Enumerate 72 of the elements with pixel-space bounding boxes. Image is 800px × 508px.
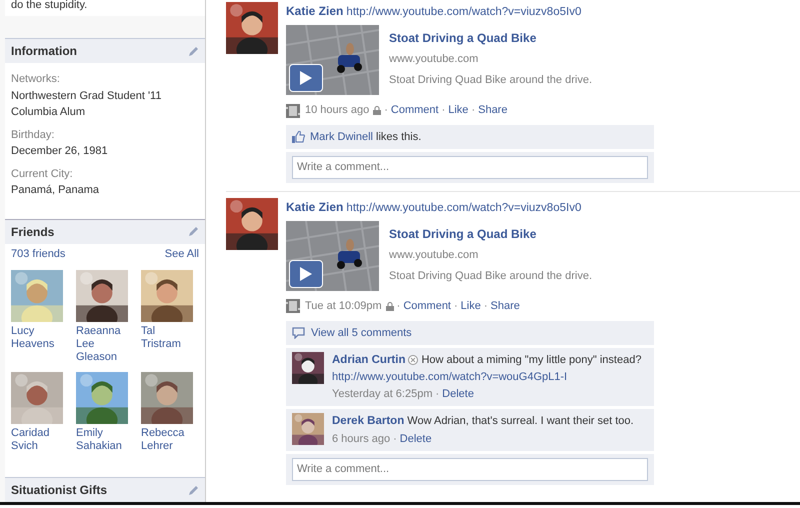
friend-name[interactable]: Tal Tristram <box>141 325 197 351</box>
comment-field[interactable]: Write a comment... <box>292 156 648 179</box>
comment-time: Yesterday at 6:25pm <box>332 388 432 400</box>
comment-author-link[interactable]: Adrian Curtin <box>332 354 406 366</box>
separator: · <box>454 299 458 314</box>
separator: · <box>442 103 446 118</box>
friend-name[interactable]: Rebecca Lehrer <box>141 427 197 453</box>
post-time: Tue at 10:09pm <box>305 299 382 314</box>
action-link[interactable]: Comment <box>390 102 439 119</box>
pencil-icon[interactable] <box>188 484 199 496</box>
attachment-description: Stoat Driving Quad Bike around the drive. <box>389 268 592 284</box>
play-icon <box>300 267 312 281</box>
section-title: Friends <box>11 224 54 240</box>
lock-icon <box>373 106 382 115</box>
separator: · <box>396 299 400 314</box>
separator: · <box>484 299 488 314</box>
attachment-domain: www.youtube.com <box>389 248 480 263</box>
separator: · <box>393 432 397 444</box>
friend-name[interactable]: Lucy Heavens <box>11 325 67 351</box>
comment-link[interactable]: http://www.youtube.com/watch?v=wouG4GpL1-I <box>332 369 648 386</box>
liker-link[interactable]: Mark Dwinell <box>310 130 373 143</box>
pencil-icon[interactable] <box>188 46 199 56</box>
view-comments-link[interactable]: View all 5 comments <box>311 324 412 341</box>
section-title: Situationist Gifts <box>11 482 107 499</box>
field-value: Columbia Alum <box>11 105 86 120</box>
film-icon <box>286 104 300 118</box>
film-icon <box>286 299 300 314</box>
attachment-title[interactable]: Stoat Driving a Quad Bike <box>389 225 592 243</box>
author-link[interactable]: Katie Zien <box>286 200 344 214</box>
separator: · <box>471 103 476 118</box>
thumbs-up-icon <box>292 131 305 143</box>
likes-text: Mark Dwinell likes this. <box>310 130 422 145</box>
play-button[interactable] <box>289 260 323 288</box>
friend-name[interactable]: Raeanna Lee Gleason <box>76 325 132 364</box>
post-link[interactable]: http://www.youtube.com/watch?v=viuzv8o5Iv0 <box>346 6 582 18</box>
pencil-icon[interactable] <box>188 226 199 237</box>
comment-text: Derek Barton Wow Adrian, that's surreal. I want their set too. <box>332 414 635 430</box>
action-link[interactable]: Comment <box>403 298 451 314</box>
delete-link[interactable]: Delete <box>442 388 474 400</box>
post-link[interactable]: http://www.youtube.com/watch?v=viuzv8o5Iv0 <box>346 202 582 214</box>
section-title: Information <box>11 43 77 60</box>
field-value: December 26, 1981 <box>11 144 109 159</box>
field-label: Networks: <box>11 72 61 87</box>
action-link[interactable]: Share <box>478 102 508 119</box>
post-time: 10 hours ago <box>305 103 370 118</box>
play-icon <box>300 71 312 86</box>
comment-author-link[interactable]: Derek Barton <box>332 415 404 428</box>
separator: · <box>436 388 440 400</box>
delete-link[interactable]: Delete <box>400 432 432 444</box>
field-label: Birthday: <box>11 128 56 142</box>
action-link[interactable]: Share <box>490 298 520 314</box>
friend-count-link[interactable]: 703 friends <box>11 246 66 262</box>
separator: · <box>384 103 388 118</box>
comment-field[interactable]: Write a comment... <box>292 458 648 480</box>
attachment-title[interactable]: Stoat Driving a Quad Bike <box>389 29 592 48</box>
comment-time: 6 hours ago <box>332 432 390 444</box>
comment-text: Adrian Curtin How about a miming "my little pony" instead? <box>332 353 642 368</box>
friend-name[interactable]: Emily Sahakian <box>76 427 132 453</box>
author-link[interactable]: Katie Zien <box>286 4 344 18</box>
field-value: Panamá, Panama <box>11 183 100 198</box>
friend-name[interactable]: Caridad Svich <box>11 427 67 453</box>
action-link[interactable]: Like <box>448 102 468 119</box>
see-all-link[interactable]: See All <box>164 246 199 262</box>
attachment-description: Stoat Driving Quad Bike around the drive. <box>389 72 592 88</box>
play-button[interactable] <box>289 64 323 92</box>
remove-icon[interactable] <box>408 355 418 366</box>
attachment-domain: www.youtube.com <box>389 52 480 68</box>
field-label: Current City: <box>11 166 74 182</box>
field-value: Northwestern Grad Student '11 <box>11 88 162 104</box>
lock-icon <box>386 302 394 311</box>
comment-icon <box>292 326 305 339</box>
action-link[interactable]: Like <box>460 298 481 314</box>
